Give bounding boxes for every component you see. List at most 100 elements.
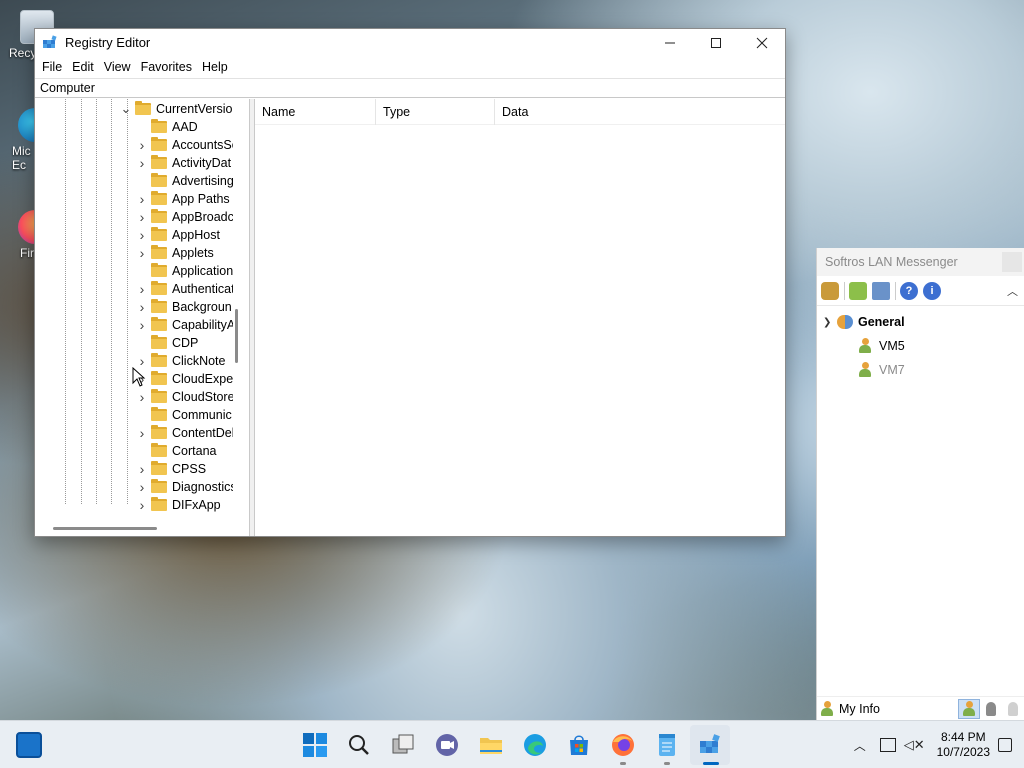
tree-item[interactable]: › Diagnostics — [135, 478, 233, 496]
chevron-right-icon[interactable]: › — [135, 389, 149, 405]
tree-item[interactable]: › AppBroadc — [135, 208, 233, 226]
chevron-right-icon[interactable]: › — [135, 137, 149, 153]
regedit-button[interactable] — [697, 732, 723, 758]
column-header-name[interactable]: Name — [255, 98, 376, 125]
help-icon[interactable]: ? — [900, 281, 918, 300]
my-info-button[interactable]: My Info — [839, 702, 880, 716]
tree-item[interactable]: › Backgroun — [135, 298, 232, 316]
menu-file[interactable]: File — [37, 60, 67, 74]
chevron-right-icon[interactable]: › — [135, 479, 149, 495]
widgets-button[interactable] — [16, 732, 42, 758]
scroll-thumb[interactable] — [235, 309, 238, 363]
tree-item[interactable]: › Applets — [135, 244, 214, 262]
menu-view[interactable]: View — [99, 60, 136, 74]
chevron-right-icon[interactable]: › — [135, 155, 149, 171]
chevron-right-icon[interactable]: › — [135, 227, 149, 243]
registry-editor-icon — [700, 734, 720, 753]
folder-icon — [151, 461, 167, 475]
open-folder-icon[interactable] — [849, 281, 867, 300]
search-button[interactable] — [346, 732, 372, 758]
tree-item[interactable]: › App Paths — [135, 190, 230, 208]
chevron-down-icon[interactable]: ⌄ — [119, 102, 133, 115]
group-row[interactable]: ❯ General — [817, 310, 1024, 334]
panes: ⌄ CurrentVersion AAD › AccountsSe › ActivityDa… — [35, 98, 785, 536]
chevron-down-icon[interactable]: ❯ — [823, 317, 837, 328]
chevron-right-icon[interactable]: › — [135, 317, 149, 333]
tree-item[interactable]: › ActivityDat — [135, 154, 231, 172]
status-away-button[interactable] — [980, 699, 1002, 719]
minimize-button[interactable] — [647, 29, 693, 56]
notifications-icon[interactable] — [998, 738, 1012, 752]
tree-horizontal-scrollbar[interactable] — [35, 520, 249, 536]
chevron-right-icon[interactable]: › — [135, 299, 149, 315]
tree-item[interactable]: Advertising — [135, 172, 233, 190]
task-view-button[interactable] — [390, 732, 416, 758]
column-header-type[interactable]: Type — [376, 98, 495, 125]
chevron-right-icon[interactable]: › — [135, 425, 149, 441]
chevron-right-icon[interactable]: › — [135, 281, 149, 297]
tree-item-label: ActivityDat — [172, 156, 232, 170]
title-bar[interactable]: Softros LAN Messenger — [817, 248, 1024, 276]
status-offline-button[interactable] — [1002, 699, 1024, 719]
column-header-data[interactable]: Data — [495, 99, 615, 125]
tree-item[interactable]: › CloudExper — [135, 370, 233, 388]
file-explorer-button[interactable] — [478, 732, 504, 758]
menu-help[interactable]: Help — [197, 60, 233, 74]
tree-item[interactable]: › DIFxApp — [135, 496, 221, 514]
chevron-right-icon[interactable]: › — [135, 497, 149, 513]
clock[interactable]: 8:44 PM 10/7/2023 — [937, 730, 990, 760]
chevron-right-icon[interactable]: › — [135, 209, 149, 225]
tree-guide-line — [65, 99, 66, 504]
chevron-up-icon[interactable]: ︿ — [1007, 283, 1018, 299]
volume-muted-icon[interactable]: ◁✕ — [904, 737, 925, 753]
address-bar[interactable]: Computer — [35, 78, 785, 98]
values-list-pane[interactable]: Name Type Data — [255, 98, 785, 536]
tree-item[interactable]: Communic — [135, 406, 232, 424]
network-icon[interactable] — [879, 738, 896, 752]
menu-edit[interactable]: Edit — [67, 60, 99, 74]
tree-item[interactable]: › AppHost — [135, 226, 220, 244]
tree-item[interactable]: › CPSS — [135, 460, 206, 478]
notepad-button[interactable] — [654, 732, 680, 758]
firefox-button[interactable] — [610, 732, 636, 758]
settings-icon[interactable] — [821, 281, 839, 300]
tree-item[interactable]: Application — [135, 262, 233, 280]
close-button[interactable] — [739, 29, 785, 56]
chevron-up-icon[interactable]: ︿ — [854, 737, 866, 754]
menu-favorites[interactable]: Favorites — [136, 60, 197, 74]
tree-item[interactable]: › AccountsSe — [135, 136, 233, 154]
chevron-right-icon[interactable]: › — [135, 191, 149, 207]
contact-item[interactable]: VM7 — [817, 358, 1024, 382]
store-button[interactable] — [566, 732, 592, 758]
folder-icon — [151, 389, 167, 403]
maximize-button[interactable] — [693, 29, 739, 56]
tree-item[interactable]: Cortana — [135, 442, 216, 460]
tree-item-label: Advertising — [172, 174, 233, 188]
info-icon[interactable]: i — [923, 281, 941, 300]
folder-icon — [151, 209, 167, 223]
tree-item[interactable]: CDP — [135, 334, 198, 352]
edge-button[interactable] — [522, 732, 548, 758]
contact-item[interactable]: VM5 — [817, 334, 1024, 358]
folder-icon — [151, 479, 167, 493]
windows-start-icon — [303, 733, 327, 757]
tree-item[interactable]: ⌄ CurrentVersion — [119, 100, 233, 118]
registry-tree-pane[interactable]: ⌄ CurrentVersion AAD › AccountsSe › ActivityDa… — [35, 99, 250, 536]
title-bar[interactable]: Registry Editor — [35, 29, 785, 56]
tree-item[interactable]: › CapabilityA — [135, 316, 233, 334]
tree-item[interactable]: › ClickNote — [135, 352, 226, 370]
chevron-right-icon[interactable]: › — [135, 245, 149, 261]
message-log-icon[interactable] — [872, 281, 890, 300]
tree-item[interactable]: › CloudStore — [135, 388, 233, 406]
tree-item[interactable]: › Authenticat — [135, 280, 233, 298]
tree-vertical-scrollbar[interactable] — [233, 99, 241, 520]
chevron-right-icon[interactable]: › — [135, 461, 149, 477]
folder-icon — [151, 245, 167, 259]
tree-item[interactable]: › ContentDel — [135, 424, 233, 442]
tree-item[interactable]: AAD — [135, 118, 198, 136]
scroll-thumb[interactable] — [53, 527, 157, 530]
status-online-button[interactable] — [958, 698, 980, 719]
close-button[interactable] — [1002, 252, 1022, 272]
teams-chat-button[interactable] — [434, 732, 460, 758]
start-button[interactable] — [302, 732, 328, 758]
